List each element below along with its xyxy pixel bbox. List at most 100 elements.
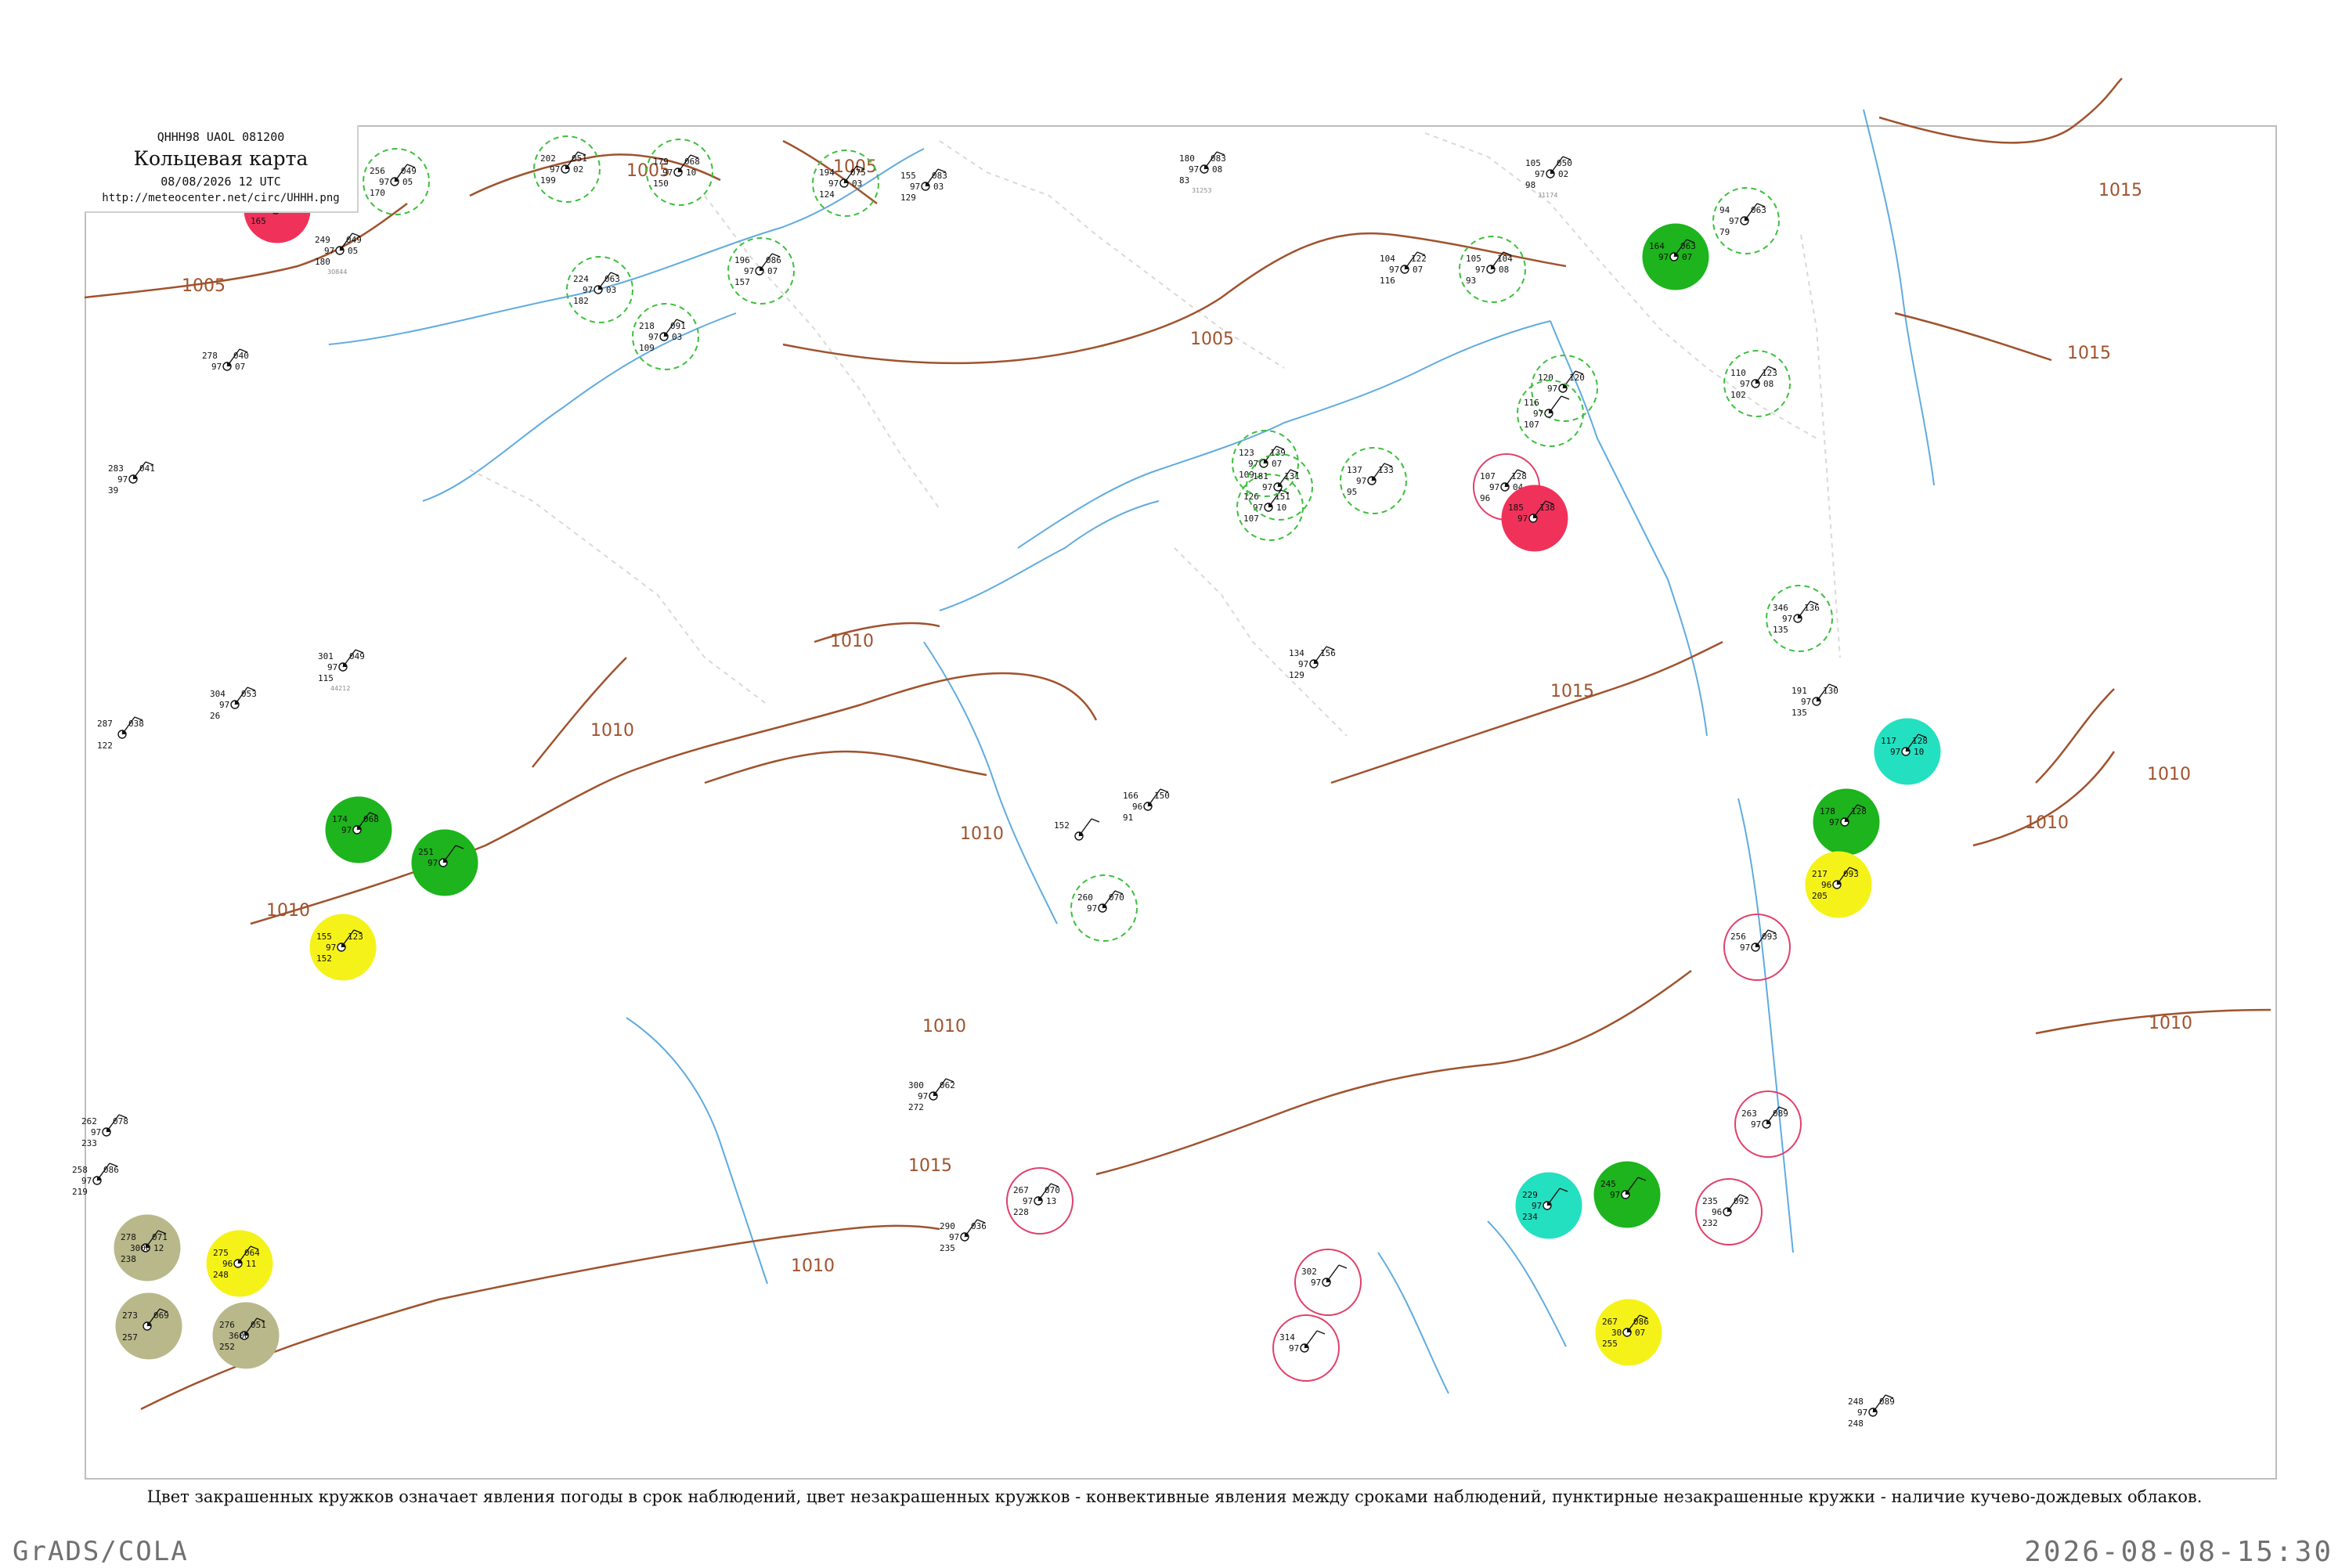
station-plot: 13497 156 129	[1289, 646, 1336, 680]
station-plot: 19197 130 135	[1792, 683, 1838, 718]
station-dewpoint: 96	[1132, 802, 1142, 812]
isobar-label: 1015	[908, 1156, 952, 1176]
isobar-label: 1005	[1190, 330, 1234, 349]
station-temp: 275	[213, 1248, 229, 1258]
station-plot: 16497 06307	[1642, 223, 1709, 290]
station-visibility: 135	[1773, 625, 1788, 635]
station-dewpoint: 97	[211, 362, 222, 372]
station-plot: 26730 08607 255	[1595, 1299, 1662, 1366]
border-line	[1800, 234, 1841, 658]
station-pressure: 128	[1912, 736, 1928, 746]
station-tendency: 07	[235, 362, 245, 372]
station-pressure: 083	[932, 171, 947, 181]
station-dewpoint: 97	[550, 164, 560, 175]
station-plot: 22497 06303 182	[566, 256, 633, 323]
isobar-label: 1010	[2149, 1014, 2192, 1033]
station-pressure: 041	[139, 463, 155, 474]
station-visibility: 252	[219, 1342, 235, 1352]
station-plot: 20297 05102 199	[533, 135, 601, 203]
river-line	[1863, 109, 1935, 486]
river-line	[923, 641, 1058, 925]
station-pressure: 068	[363, 814, 379, 824]
station-plot: 18597 138	[1501, 485, 1568, 552]
station-plot: 17497 068	[325, 796, 392, 863]
station-temp: 178	[1820, 806, 1835, 816]
station-pressure: 049	[401, 166, 417, 176]
border-line	[469, 469, 768, 705]
station-visibility: 122	[97, 741, 113, 751]
station-temp: 249	[315, 235, 330, 245]
isobar-line	[861, 672, 1098, 721]
station-visibility: 257	[122, 1332, 138, 1343]
station-pressure: 070	[1045, 1185, 1060, 1195]
isobars: 100510051005100510101010101010101010 1010…	[84, 77, 2271, 1411]
station-temp: 260	[1077, 892, 1093, 903]
station-plot: 26297 078 233	[81, 1114, 128, 1148]
station-pressure: 075	[850, 168, 866, 178]
isobar-line	[782, 232, 1567, 365]
station-pressure: 049	[346, 235, 362, 245]
station-pressure: 089	[1879, 1397, 1895, 1407]
station-plot: 278300007112 238	[114, 1214, 181, 1281]
footer-software: GrADS/COLA	[13, 1536, 189, 1567]
station-plot: 31497	[1272, 1314, 1340, 1382]
isobar-line	[1095, 969, 1692, 1176]
station-temp: 174	[332, 814, 348, 824]
isobar-label: 1005	[182, 276, 226, 296]
station-pressure: 036	[971, 1221, 987, 1231]
wind-barb-icon	[1304, 1330, 1318, 1349]
station-plot: 10497 12207 116	[1380, 251, 1427, 286]
station-dewpoint: 97	[324, 246, 334, 256]
station-pressure: 128	[1851, 806, 1867, 816]
map-date: 08/08/2026 12 UTC	[161, 175, 281, 189]
station-dewpoint: 97	[1658, 252, 1669, 262]
station-plot: 24597	[1593, 1161, 1661, 1228]
station-pressure: 078	[113, 1116, 128, 1126]
station-temp: 179	[653, 157, 669, 167]
station-plot: 25697 04905 170	[363, 148, 430, 215]
station-visibility: 96	[1480, 493, 1490, 503]
station-pressure: 086	[766, 255, 781, 265]
station-plot: 26097 070	[1070, 874, 1138, 942]
station-pressure: 138	[1539, 503, 1555, 513]
station-temp: 267	[1013, 1185, 1029, 1195]
station-temp: 202	[540, 153, 556, 164]
river-line	[626, 1017, 768, 1285]
station-plot: 21796 093 205	[1805, 851, 1872, 918]
station-pressure: 063	[1680, 241, 1696, 251]
station-plot: 287 038 122	[97, 716, 144, 751]
station-visibility: 116	[1380, 276, 1395, 286]
station-visibility: 109	[1239, 470, 1254, 480]
station-plot: 26397 089	[1734, 1090, 1802, 1158]
wind-barb-feather	[1316, 1330, 1326, 1335]
station-temp: 110	[1730, 368, 1746, 378]
station-visibility: 115	[318, 673, 334, 683]
station-plot: 10597 05002 9831174	[1525, 156, 1572, 199]
station-dewpoint: 97	[828, 178, 839, 189]
station-tendency: 03	[672, 332, 682, 342]
station-temp: 263	[1741, 1108, 1757, 1119]
station-dewpoint: 97	[1517, 514, 1528, 524]
bulletin-code: QHHH98 UAOL 081200	[157, 130, 285, 144]
isobar-line	[532, 657, 627, 768]
isobar-label: 1010	[266, 901, 310, 921]
station-plot: 22997234	[1515, 1172, 1582, 1239]
station-plot: 11097 12308 102	[1723, 350, 1791, 417]
station-temp: 229	[1522, 1190, 1538, 1200]
station-plot: 25697 093	[1723, 914, 1791, 981]
station-pressure: 050	[1557, 158, 1572, 168]
station-plot: 273 069 257	[115, 1292, 182, 1360]
station-tendency: 02	[1558, 169, 1568, 179]
legend-caption: Цвет закрашенных кружков означает явлени…	[146, 1487, 2203, 1506]
station-pressure: 139	[1270, 448, 1286, 458]
station-dewpoint: 97	[1489, 482, 1499, 492]
station-visibility: 180	[315, 257, 330, 267]
station-pressure: 131	[1284, 471, 1300, 481]
station-tendency: 05	[402, 177, 413, 187]
isobar-label: 1015	[2067, 344, 2111, 363]
station-plot: 17897 128	[1813, 788, 1880, 856]
station-dewpoint: 97	[91, 1127, 101, 1137]
station-temp: 290	[940, 1221, 955, 1231]
station-dewpoint: 97	[744, 266, 754, 276]
station-temp: 185	[1508, 503, 1524, 513]
